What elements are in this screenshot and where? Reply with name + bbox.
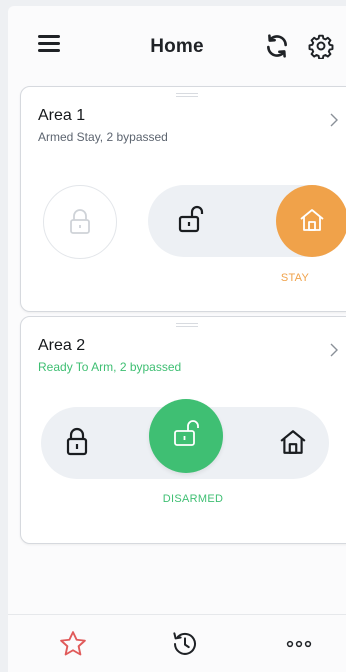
area-name: Area 2 (38, 337, 86, 354)
refresh-button[interactable] (264, 33, 290, 59)
home-icon (300, 209, 324, 231)
refresh-icon (267, 34, 287, 58)
top-bar: Home (8, 6, 346, 82)
page-title: Home (150, 36, 204, 57)
disarm-button[interactable] (149, 399, 223, 473)
app-screen: Home Area 1 Armed Stay, 2 bypassed STAY … (8, 6, 346, 672)
lock-open-icon (174, 420, 199, 446)
mode-label: DISARMED (162, 493, 224, 505)
arm-away-button[interactable] (43, 185, 117, 259)
arm-away-button[interactable] (41, 407, 113, 479)
more-tab[interactable] (282, 629, 316, 659)
history-tab[interactable] (170, 629, 200, 659)
disarm-button[interactable] (152, 185, 224, 257)
area-card-2[interactable]: Area 2 Ready To Arm, 2 bypassed DISARMED (20, 316, 346, 544)
home-icon (280, 430, 306, 454)
mode-selector-area-2 (41, 399, 329, 479)
drag-handle[interactable] (176, 323, 198, 327)
drag-handle[interactable] (176, 93, 198, 97)
favorites-tab[interactable] (58, 629, 88, 659)
lock-open-icon (178, 205, 204, 233)
area-card-1[interactable]: Area 1 Armed Stay, 2 bypassed STAY (20, 86, 346, 312)
area-status: Armed Stay, 2 bypassed (38, 130, 168, 144)
lock-closed-icon (66, 427, 88, 456)
star-icon (60, 631, 86, 656)
stay-button[interactable] (276, 185, 346, 257)
stay-button[interactable] (257, 407, 329, 479)
area-name: Area 1 (38, 107, 86, 124)
chevron-right-icon[interactable] (329, 343, 339, 357)
more-icon (286, 640, 312, 648)
mode-selector-area-1 (148, 185, 346, 257)
area-status: Ready To Arm, 2 bypassed (38, 360, 182, 374)
chevron-right-icon[interactable] (329, 113, 339, 127)
mode-label: STAY (280, 272, 310, 284)
lock-closed-icon (70, 209, 90, 234)
gear-icon (308, 34, 334, 59)
bottom-nav (8, 614, 346, 672)
settings-button[interactable] (308, 33, 334, 59)
history-icon (173, 632, 196, 655)
